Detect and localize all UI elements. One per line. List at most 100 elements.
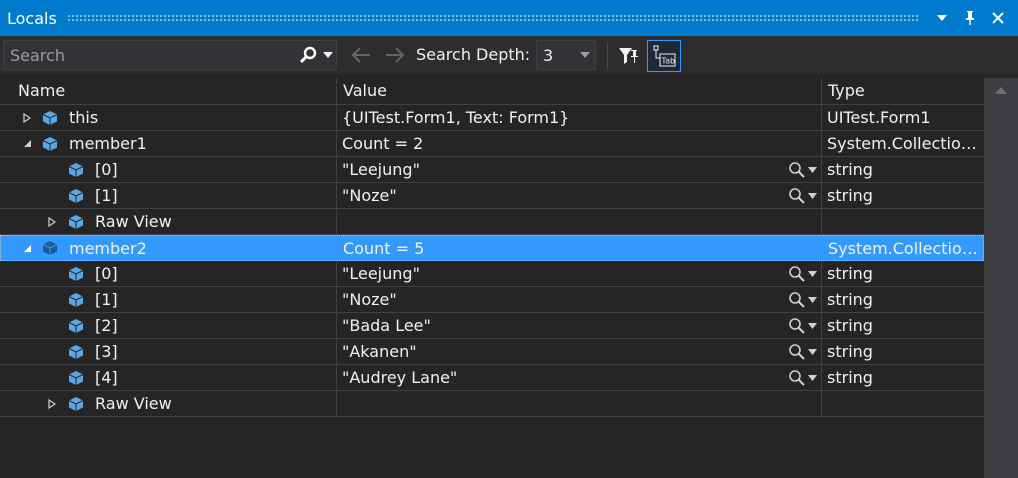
value-cell[interactable]: "Leejung" [336,157,821,182]
vertical-scrollbar[interactable] [984,78,1018,478]
value-cell[interactable]: Count = 2 [336,131,821,156]
title-bar-grip[interactable] [66,13,918,23]
magnifier-icon [789,369,805,386]
type-cell: string [821,339,984,364]
expand-icon[interactable] [45,209,59,234]
magnifier-icon [789,343,805,360]
name-cell: this [0,105,336,130]
name-cell: Raw View [0,391,336,416]
expand-icon[interactable] [45,391,59,416]
search-next-button[interactable] [382,42,408,68]
visualizer-button[interactable] [788,157,817,182]
locals-grid: this {UITest.Form1, Text: Form1} UITest.… [0,105,985,417]
table-row[interactable]: [3] "Akanen" string [0,339,984,365]
chevron-down-icon [937,15,947,21]
name-cell: member2 [1,236,337,261]
visualizer-button[interactable] [788,287,817,312]
collapse-icon[interactable] [20,236,34,261]
chevron-down-icon [808,348,817,355]
search-icon[interactable] [296,41,320,69]
value-cell[interactable]: Count = 5 [337,236,822,261]
value-cell[interactable]: {UITest.Form1, Text: Form1} [336,105,821,130]
variable-name: Raw View [95,394,172,413]
visualizer-button[interactable] [788,183,817,208]
collapse-icon[interactable] [20,131,34,156]
close-icon [992,12,1004,24]
tabular-view-toggle-button[interactable]: Tab [647,40,681,72]
type-cell: string [821,157,984,182]
table-row[interactable]: Raw View [0,391,984,417]
field-cube-icon [68,215,84,229]
table-row[interactable]: [1] "Noze" string [0,183,984,209]
variable-name: Raw View [95,212,172,231]
name-cell: Raw View [0,209,336,234]
magnifier-icon [789,161,805,178]
tool-window-title-bar[interactable]: Locals [0,0,1018,36]
window-options-dropdown-button[interactable] [928,4,956,32]
variable-name: [0] [95,264,118,283]
type-cell: string [821,287,984,312]
table-row[interactable]: [1] "Noze" string [0,287,984,313]
table-row[interactable]: this {UITest.Form1, Text: Form1} UITest.… [0,105,984,131]
variable-name: this [69,108,99,127]
chevron-down-icon [808,374,817,381]
variable-name: [4] [95,368,118,387]
search-depth-combobox[interactable]: 3 [536,40,596,70]
table-row[interactable]: [4] "Audrey Lane" string [0,365,984,391]
type-cell: string [821,261,984,286]
magnifier-icon [789,265,805,282]
table-row[interactable]: [0] "Leejung" string [0,157,984,183]
column-header-name[interactable]: Name [12,78,336,104]
window-title: Locals [7,8,57,28]
field-cube-icon [68,163,84,177]
name-cell: member1 [0,131,336,156]
column-header-type[interactable]: Type [821,78,984,104]
value-text: "Noze" [342,186,397,205]
value-cell[interactable]: "Bada Lee" [336,313,821,338]
table-row[interactable]: [2] "Bada Lee" string [0,313,984,339]
name-cell: [3] [0,339,336,364]
table-row-selected[interactable]: member2 Count = 5 System.Collection... [0,235,985,261]
visualizer-button[interactable] [788,261,817,286]
type-cell [821,391,984,416]
table-row[interactable]: Raw View [0,209,984,235]
value-cell[interactable] [336,391,821,416]
search-input[interactable] [4,40,296,70]
table-row[interactable]: member1 Count = 2 System.Collection... [0,131,984,157]
variable-name: [3] [95,342,118,361]
value-text: "Bada Lee" [342,316,431,335]
visualizer-button[interactable] [788,365,817,390]
chevron-down-icon [808,166,817,173]
toolbar-separator [607,43,608,69]
chevron-down-icon [808,322,817,329]
visualizer-button[interactable] [788,313,817,338]
variable-name: [0] [95,160,118,179]
search-box[interactable] [3,40,337,70]
value-cell[interactable]: "Noze" [336,183,821,208]
value-cell[interactable]: "Noze" [336,287,821,312]
value-cell[interactable]: "Leejung" [336,261,821,286]
chevron-down-icon [808,270,817,277]
value-cell[interactable] [336,209,821,234]
search-previous-button[interactable] [348,42,374,68]
scroll-up-button[interactable] [984,78,1018,102]
value-cell[interactable]: "Akanen" [336,339,821,364]
chevron-down-icon [808,192,817,199]
close-button[interactable] [984,4,1012,32]
field-cube-icon [68,397,84,411]
type-cell: System.Collection... [828,239,985,258]
visualizer-button[interactable] [788,339,817,364]
auto-hide-pin-button[interactable] [956,4,984,32]
pin-members-button[interactable] [614,42,642,70]
name-cell: [4] [0,365,336,390]
search-options-dropdown[interactable] [320,41,336,69]
value-text: "Leejung" [342,264,420,283]
variable-name: [2] [95,316,118,335]
value-cell[interactable]: "Audrey Lane" [336,365,821,390]
chevron-down-icon [323,52,333,58]
table-row[interactable]: [0] "Leejung" string [0,261,984,287]
arrow-left-icon [351,47,370,63]
chevron-down-icon[interactable] [575,52,595,58]
expand-icon[interactable] [20,105,34,130]
column-header-value[interactable]: Value [336,78,821,104]
